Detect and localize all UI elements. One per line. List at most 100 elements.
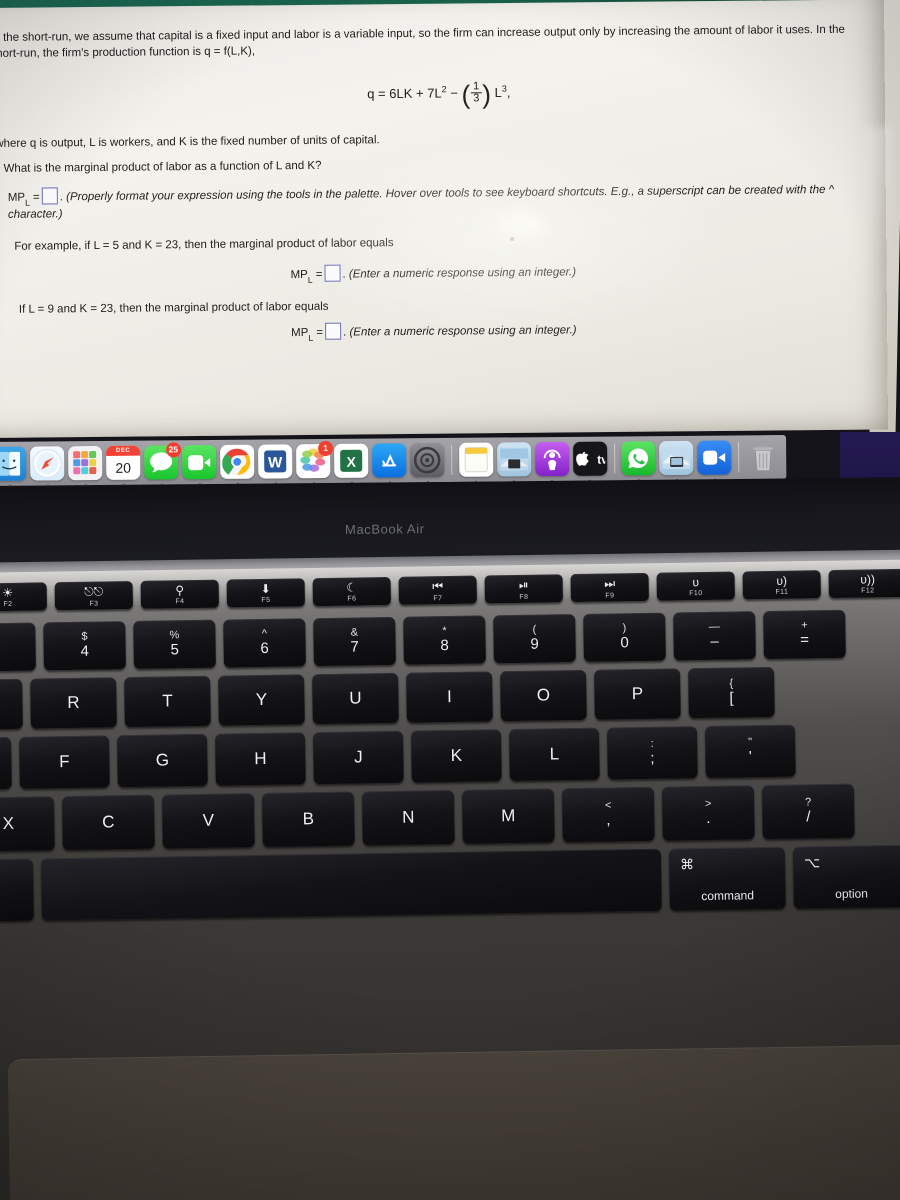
key-space[interactable]: [40, 848, 662, 921]
key-semicolon[interactable]: :;: [606, 726, 698, 780]
volume-up-key[interactable]: ᴜ)) F12: [828, 568, 900, 599]
key-m[interactable]: M: [461, 788, 555, 844]
volume-down-key-glyph: ᴜ): [776, 573, 788, 588]
brightness-up-key[interactable]: ☀ F2: [0, 582, 48, 612]
excel-icon[interactable]: X: [334, 443, 369, 485]
key-v[interactable]: V: [161, 793, 255, 849]
key-command-left[interactable]: ⌘: [0, 858, 34, 922]
key-n[interactable]: N: [361, 789, 455, 846]
apple-tv-icon[interactable]: tv: [572, 441, 608, 483]
messages-icon[interactable]: 25: [144, 442, 182, 487]
mpl-label-3: MPL: [291, 326, 314, 344]
numeric-answer-input-2[interactable]: [324, 322, 342, 340]
key-base-label: –: [710, 632, 719, 651]
key-base-label: .: [706, 810, 711, 828]
word-icon[interactable]: W: [258, 444, 293, 486]
key-left-bracket[interactable]: {[: [688, 666, 775, 719]
key-b[interactable]: B: [261, 791, 355, 847]
key-i[interactable]: I: [406, 671, 493, 723]
whatsapp-icon[interactable]: [621, 441, 656, 483]
eq-term2: 7L: [427, 85, 442, 101]
key-0[interactable]: ) 0: [583, 612, 666, 662]
calendar-icon[interactable]: DEC 20: [106, 445, 141, 487]
safari-icon[interactable]: [30, 446, 65, 488]
eq-fraction: 13: [471, 80, 482, 105]
volume-up-key-glyph: ᴜ)): [860, 572, 876, 587]
finder-icon[interactable]: [0, 446, 27, 488]
key-3[interactable]: #3: [0, 622, 36, 672]
key-p[interactable]: P: [594, 668, 681, 720]
key-x[interactable]: X: [0, 796, 55, 852]
key-base-label: K: [450, 745, 463, 766]
preview-image-icon[interactable]: [496, 442, 532, 484]
key-comma[interactable]: <,: [561, 786, 655, 843]
key-shift-label: +: [801, 618, 808, 632]
system-preferences-icon[interactable]: [410, 443, 445, 485]
zoom-icon[interactable]: [697, 440, 732, 482]
key-r[interactable]: R: [30, 677, 117, 729]
key-o[interactable]: O: [500, 669, 587, 722]
key-6[interactable]: ^ 6: [223, 618, 306, 668]
key-u[interactable]: U: [312, 672, 399, 725]
mission-control-key[interactable]: ⎋⎋ F3: [54, 580, 134, 611]
expression-answer-input[interactable]: [41, 187, 58, 205]
key-base-label: 9: [530, 635, 539, 653]
fast-forward-key-glyph: ⏭: [604, 575, 616, 591]
key-period[interactable]: >.: [661, 785, 755, 841]
key-e[interactable]: E: [0, 678, 23, 731]
key-4[interactable]: $4: [43, 621, 126, 671]
volume-down-key[interactable]: ᴜ) F11: [742, 570, 821, 600]
key-7[interactable]: & 7: [313, 616, 396, 667]
key-9[interactable]: (9: [493, 614, 576, 664]
play-pause-key[interactable]: ⏯ F8: [484, 574, 563, 604]
key-g[interactable]: G: [117, 733, 208, 788]
spotlight-search-key[interactable]: ⚲ F4: [140, 579, 220, 609]
key-base-label: F: [59, 752, 70, 772]
trash-icon[interactable]: [746, 440, 780, 474]
notes-icon[interactable]: [458, 442, 494, 484]
key-h[interactable]: H: [214, 732, 306, 786]
key-command-right[interactable]: ⌘ command: [668, 846, 786, 911]
do-not-disturb-key-glyph: ☾: [346, 580, 358, 595]
numeric-answer-input-1[interactable]: [324, 264, 341, 282]
photos-icon[interactable]: 1: [296, 440, 334, 486]
dictation-key[interactable]: ⬇ F5: [226, 578, 306, 608]
key-base-label: L: [549, 744, 560, 764]
key-=[interactable]: + =: [763, 609, 846, 660]
mpl-label-1: MPL: [7, 191, 30, 208]
mute-key[interactable]: ᴜ F10: [656, 571, 735, 601]
key-slash[interactable]: ? /: [761, 783, 855, 840]
key-–[interactable]: — –: [673, 611, 756, 661]
key-option-right[interactable]: ⌥ option: [792, 844, 900, 909]
key-shift-label: >: [704, 797, 712, 810]
trackpad[interactable]: [7, 1036, 900, 1200]
key-t[interactable]: T: [124, 675, 211, 728]
key-c[interactable]: C: [61, 794, 155, 851]
do-not-disturb-key[interactable]: ☾ F6: [312, 576, 391, 607]
numeric-answer-row-1: MPL =. (Enter a numeric response using a…: [290, 262, 576, 285]
key-j[interactable]: J: [312, 730, 404, 785]
screenshot-icon[interactable]: [659, 440, 694, 482]
photo-of-macbook-air: In the short-run, we assume that capital…: [0, 0, 900, 1200]
podcasts-icon[interactable]: [534, 441, 570, 484]
app-store-icon[interactable]: [372, 443, 407, 485]
key-d[interactable]: D: [0, 736, 12, 791]
key-8[interactable]: * 8: [403, 615, 486, 665]
rewind-key[interactable]: ⏮ F7: [398, 575, 477, 605]
key-k[interactable]: K: [410, 729, 502, 783]
key-base-label: I: [446, 686, 452, 707]
key-l[interactable]: L: [508, 727, 600, 782]
calendar-day: 20: [115, 459, 132, 476]
key-f[interactable]: F: [19, 735, 110, 789]
fast-forward-key[interactable]: ⏭ F9: [570, 572, 649, 603]
key-base-label: ': [748, 748, 752, 766]
launchpad-icon[interactable]: [68, 445, 103, 488]
key-quote[interactable]: " ': [704, 724, 796, 779]
key-y[interactable]: Y: [218, 674, 305, 726]
key-base-label: X: [2, 813, 15, 834]
key-5[interactable]: % 5: [133, 619, 216, 669]
chrome-icon[interactable]: [220, 444, 255, 486]
key-base-label: G: [155, 750, 170, 770]
facetime-icon[interactable]: [182, 444, 217, 487]
key-shift-label: {: [729, 677, 734, 690]
